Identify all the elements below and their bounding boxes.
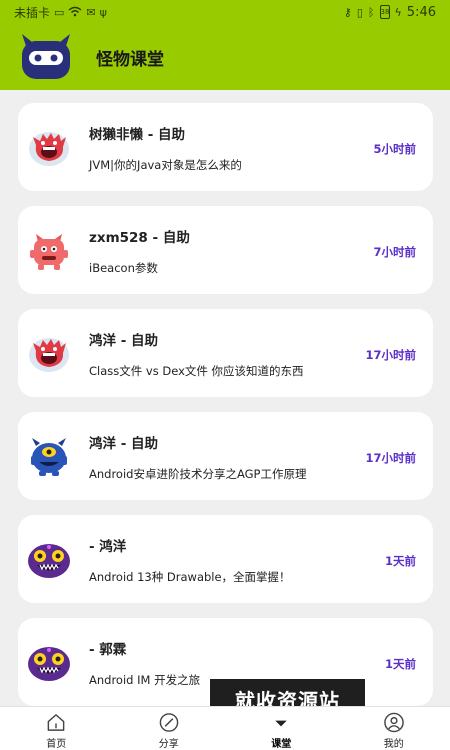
author-name: zxm528 - 自助 <box>89 230 190 246</box>
usb-icon: ψ <box>99 5 107 19</box>
post-time: 5小时前 <box>373 142 416 156</box>
feed-card[interactable]: - 鸿洋 Android 13种 Drawable，全面掌握！ 1天前 <box>18 515 433 603</box>
author-name: - 郭霖 <box>89 642 127 658</box>
author-name: - 鸿洋 <box>89 539 127 555</box>
feed-card[interactable]: 树獭非懒 - 自助 JVM|你的Java对象是怎么来的 5小时前 <box>18 103 433 191</box>
battery-icon: 38 <box>379 5 390 19</box>
nav-label-share: 分享 <box>158 739 179 750</box>
feed-card[interactable]: zxm528 - 自助 iBeacon参数 7小时前 <box>18 206 433 294</box>
nav-label-home: 首页 <box>46 739 67 750</box>
red-monster-avatar <box>29 338 69 372</box>
nav-item-share[interactable]: 分享 <box>113 707 226 750</box>
app-header: 怪物课堂 <box>0 24 450 90</box>
compass-icon <box>159 713 179 732</box>
article-title[interactable]: JVM|你的Java对象是怎么来的 <box>89 157 242 173</box>
post-time: 7小时前 <box>373 245 416 259</box>
feed-list: 树獭非懒 - 自助 JVM|你的Java对象是怎么来的 5小时前 zxm528 … <box>0 90 450 706</box>
article-title[interactable]: Android IM 开发之旅 <box>89 672 200 688</box>
bottom-nav: 首页 分享 课堂 我的 <box>0 706 450 750</box>
battery-level: 38 <box>380 8 390 16</box>
article-title[interactable]: Android 13种 Drawable，全面掌握！ <box>89 569 291 585</box>
profile-icon <box>383 712 404 733</box>
article-title[interactable]: Class文件 vs Dex文件 你应该知道的东西 <box>89 363 304 379</box>
author-name: 鸿洋 - 自助 <box>89 333 159 349</box>
blue-monster-avatar <box>31 438 67 476</box>
nav-label-profile: 我的 <box>383 739 404 750</box>
feed-card[interactable]: 鸿洋 - 自助 Class文件 vs Dex文件 你应该知道的东西 17小时前 <box>18 309 433 397</box>
purple-monster-avatar <box>28 647 70 681</box>
sim-icon: ▭ <box>54 5 65 19</box>
author-name: 树獭非懒 - 自助 <box>89 127 186 143</box>
home-icon <box>47 714 65 731</box>
nav-item-classroom[interactable]: 课堂 <box>225 707 338 750</box>
article-title[interactable]: iBeacon参数 <box>89 260 158 276</box>
classroom-icon <box>275 720 287 727</box>
charging-icon: ϟ <box>394 5 402 19</box>
author-name: 鸿洋 - 自助 <box>89 436 159 452</box>
monster-logo-icon <box>22 34 70 79</box>
status-bar: 未插卡 ▭ ✉ ψ ⚷ ▯ ᛒ 38 ϟ 5:46 <box>0 0 450 24</box>
notification-icon: ✉ <box>86 5 96 19</box>
post-time: 17小时前 <box>365 348 416 362</box>
post-time: 1天前 <box>384 657 416 671</box>
article-title[interactable]: Android安卓进阶技术分享之AGP工作原理 <box>89 466 306 482</box>
status-time: 5:46 <box>406 4 436 20</box>
nav-item-profile[interactable]: 我的 <box>338 707 450 750</box>
page-title: 怪物课堂 <box>96 49 164 70</box>
carrier-label: 未插卡 <box>14 5 51 20</box>
purple-monster-avatar <box>28 544 70 578</box>
pink-monster-avatar <box>30 234 68 270</box>
nav-label-classroom: 课堂 <box>271 739 292 750</box>
post-time: 17小时前 <box>365 451 416 465</box>
nav-item-home[interactable]: 首页 <box>0 707 113 750</box>
post-time: 1天前 <box>384 554 416 568</box>
feed-card[interactable]: 鸿洋 - 自助 Android安卓进阶技术分享之AGP工作原理 17小时前 <box>18 412 433 500</box>
wifi-icon <box>68 6 82 19</box>
red-monster-avatar <box>29 132 69 166</box>
key-icon: ⚷ <box>343 5 352 19</box>
bluetooth-icon: ᛒ <box>367 5 375 19</box>
vibrate-icon: ▯ <box>356 5 363 19</box>
